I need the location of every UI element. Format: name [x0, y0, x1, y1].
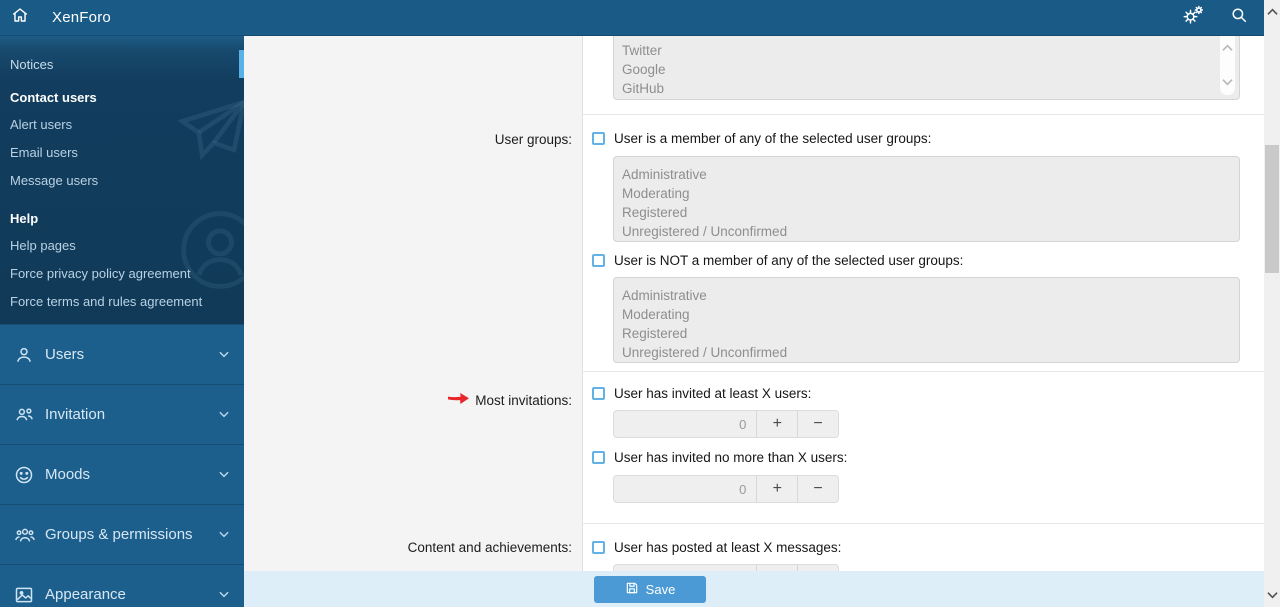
home-button[interactable] — [0, 6, 40, 29]
sidebar-section-invitation[interactable]: Invitation — [0, 384, 244, 444]
sidebar-group-heading: Help — [10, 211, 39, 226]
save-bar: Save — [244, 571, 1264, 607]
select-option[interactable]: Moderating — [622, 305, 1239, 324]
sidebar-section-moods[interactable]: Moods — [0, 444, 244, 504]
posted-at-least-checkbox[interactable] — [592, 541, 605, 554]
number-input[interactable]: 0 — [614, 476, 756, 502]
scrollbar-up-button[interactable] — [1264, 4, 1280, 20]
not-member-groups-multiselect[interactable]: Administrative Moderating Registered Unr… — [613, 277, 1240, 363]
form-row-most-invitations: Most invitations: User has invited at le… — [244, 372, 1264, 524]
plus-icon[interactable]: + — [756, 411, 797, 437]
sidebar-section-label: Appearance — [45, 586, 126, 603]
save-button-label: Save — [645, 582, 676, 597]
select-option[interactable]: GitHub — [622, 79, 1239, 98]
sidebar-section-users[interactable]: Users — [0, 324, 244, 384]
sidebar-item-label: Notices — [10, 56, 54, 72]
invited-at-least-checkbox[interactable] — [592, 387, 605, 400]
user-icon — [14, 345, 36, 365]
sidebar-item-help-pages[interactable]: Help pages — [0, 231, 244, 259]
groups-icon — [14, 524, 36, 546]
red-arrow-annotation-icon — [447, 392, 470, 408]
connected-accounts-multiselect[interactable]: Twitter Google GitHub — [613, 36, 1240, 100]
sidebar-section-label: Invitation — [45, 406, 106, 423]
checkbox-label[interactable]: User is NOT a member of any of the selec… — [614, 253, 963, 268]
chevron-down-icon — [217, 587, 231, 605]
scrollbar-up-icon — [1266, 3, 1278, 21]
chevron-down-icon — [217, 407, 231, 425]
sidebar-item-message-users[interactable]: Message users — [0, 166, 244, 194]
sidebar-item-notices[interactable]: Notices — [0, 49, 244, 79]
checkbox-label[interactable]: User is a member of any of the selected … — [614, 131, 931, 146]
checkbox-label[interactable]: User has posted at least X messages: — [614, 540, 841, 555]
select-scroll-down-icon[interactable] — [1222, 72, 1233, 91]
select-option[interactable]: Google — [622, 60, 1239, 79]
member-groups-multiselect[interactable]: Administrative Moderating Registered Unr… — [613, 156, 1240, 242]
form-content: Twitter Google GitHub User groups: User … — [244, 36, 1264, 607]
invited-no-more-checkbox[interactable] — [592, 451, 605, 464]
select-option[interactable]: Registered — [622, 324, 1239, 343]
invitation-people-icon — [14, 404, 36, 425]
row-label: User groups: — [244, 115, 583, 372]
search-icon — [1230, 6, 1248, 29]
admin-page: XenForo Notices Contact users Alert user… — [0, 0, 1280, 607]
not-member-of-groups-checkbox[interactable] — [592, 254, 605, 267]
select-scroll-up-icon[interactable] — [1222, 38, 1233, 57]
save-button[interactable]: Save — [594, 576, 706, 603]
sidebar-section-label: Moods — [45, 466, 91, 483]
minus-icon[interactable]: − — [797, 476, 838, 502]
checkbox-label[interactable]: User has invited no more than X users: — [614, 450, 847, 465]
plus-icon[interactable]: + — [756, 476, 797, 502]
settings-gears-button[interactable] — [1182, 5, 1204, 30]
smiley-icon — [14, 465, 36, 485]
scrollbar-thumb[interactable] — [1265, 145, 1279, 273]
select-option[interactable]: Administrative — [622, 165, 1239, 184]
sidebar-item-force-privacy-policy[interactable]: Force privacy policy agreement — [0, 259, 244, 287]
select-option[interactable]: Registered — [622, 203, 1239, 222]
number-input[interactable]: 0 — [614, 411, 756, 437]
search-button[interactable] — [1230, 6, 1248, 29]
select-option[interactable]: Unregistered / Unconfirmed — [622, 343, 1239, 362]
select-option[interactable]: Twitter — [622, 41, 1239, 60]
sidebar-item-email-users[interactable]: Email users — [0, 138, 244, 166]
gears-icon — [1182, 5, 1204, 30]
image-icon — [14, 585, 36, 605]
select-option[interactable]: Unregistered / Unconfirmed — [622, 222, 1239, 241]
sidebar-item-force-terms-rules[interactable]: Force terms and rules agreement — [0, 287, 244, 315]
chevron-down-icon — [217, 527, 231, 545]
sidebar-section-label: Users — [45, 346, 85, 363]
form-row-user-groups: User groups: User is a member of any of … — [244, 115, 1264, 372]
chevron-down-icon — [217, 347, 231, 365]
scrollbar-down-icon — [1266, 586, 1278, 604]
invited-no-more-stepper: 0 + − — [613, 475, 839, 503]
sidebar-section-groups-permissions[interactable]: Groups & permissions — [0, 504, 244, 564]
sidebar-section-label: Groups & permissions — [45, 526, 193, 543]
checkbox-label[interactable]: User has invited at least X users: — [614, 386, 811, 401]
sidebar-section-appearance[interactable]: Appearance — [0, 564, 244, 607]
brand-title[interactable]: XenForo — [52, 9, 111, 26]
form-row-connected-accounts: Twitter Google GitHub — [244, 36, 1264, 115]
row-label-cell — [244, 36, 583, 115]
window-scrollbar[interactable] — [1264, 0, 1280, 607]
top-bar: XenForo — [0, 0, 1264, 36]
minus-icon[interactable]: − — [797, 411, 838, 437]
chevron-down-icon — [217, 467, 231, 485]
sidebar-group-heading: Contact users — [10, 90, 97, 105]
sidebar-item-alert-users[interactable]: Alert users — [0, 110, 244, 138]
scrollbar-down-button[interactable] — [1264, 587, 1280, 603]
floppy-save-icon — [625, 581, 639, 598]
row-label: Most invitations: — [475, 392, 572, 408]
member-of-groups-checkbox[interactable] — [592, 132, 605, 145]
sidebar-upper-panel: Notices Contact users Alert users Email … — [0, 36, 244, 324]
home-icon — [11, 6, 29, 29]
select-scrollbar[interactable] — [1220, 36, 1235, 95]
sidebar-accordion: Users Invitation Moods Groups & permissi… — [0, 324, 244, 607]
sidebar: Notices Contact users Alert users Email … — [0, 36, 244, 607]
invited-at-least-stepper: 0 + − — [613, 410, 839, 438]
select-option[interactable]: Moderating — [622, 184, 1239, 203]
select-option[interactable]: Administrative — [622, 286, 1239, 305]
